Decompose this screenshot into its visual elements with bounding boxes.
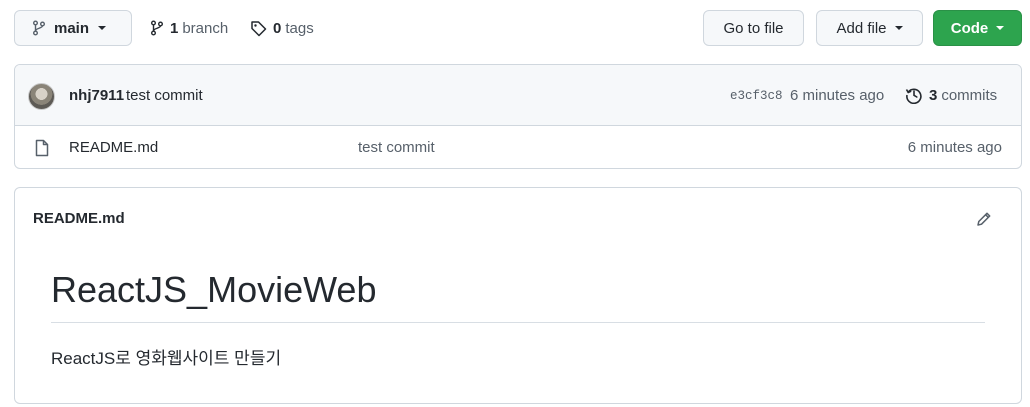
file-icon [34, 139, 50, 157]
tags-link[interactable]: 0 tags [250, 10, 314, 46]
commits-history-link[interactable]: 3 commits [905, 86, 997, 104]
file-row: README.md test commit 6 minutes ago [15, 126, 1021, 168]
commits-label: commits [941, 86, 998, 104]
chevron-down-icon [98, 26, 107, 30]
readme-panel: README.md ReactJS_MovieWeb ReactJS로 영화웹사… [14, 187, 1022, 404]
branch-name: main [54, 19, 90, 37]
tag-icon [250, 20, 267, 37]
tags-label: tags [285, 19, 314, 37]
commit-time: 6 minutes ago [790, 87, 885, 104]
code-label: Code [950, 19, 989, 37]
tags-count: 0 [273, 19, 282, 37]
readme-paragraph: ReactJS로 영화웹사이트 만들기 [51, 349, 282, 368]
commit-message[interactable]: test commit [126, 87, 203, 104]
file-name-link[interactable]: README.md [69, 139, 158, 156]
heading-divider [51, 322, 985, 323]
branch-select-button[interactable]: main [14, 10, 132, 46]
file-navigation-bar: main 1 branch 0 tags Go to file Add file… [14, 10, 1022, 46]
chevron-down-icon [894, 26, 903, 30]
file-commit-message[interactable]: test commit [358, 139, 435, 156]
readme-heading: ReactJS_MovieWeb [51, 269, 377, 310]
latest-commit-bar: nhj7911 test commit e3cf3c8 6 minutes ag… [15, 65, 1021, 126]
readme-filename[interactable]: README.md [33, 210, 125, 227]
branches-count: 1 [170, 19, 179, 37]
branches-label: branch [182, 19, 229, 37]
repository-page: main 1 branch 0 tags Go to file Add file… [0, 0, 1030, 407]
file-commit-time: 6 minutes ago [907, 139, 1002, 156]
add-file-label: Add file [836, 19, 887, 37]
code-button[interactable]: Code [933, 10, 1022, 46]
commits-count: 3 [929, 86, 938, 104]
pencil-icon[interactable] [975, 210, 993, 228]
branches-link[interactable]: 1 branch [150, 10, 228, 46]
git-branch-icon [150, 20, 164, 36]
commit-sha[interactable]: e3cf3c8 [730, 89, 783, 103]
go-to-file-button[interactable]: Go to file [703, 10, 804, 46]
add-file-button[interactable]: Add file [816, 10, 923, 46]
commit-author[interactable]: nhj7911 [69, 87, 124, 104]
avatar[interactable] [28, 83, 55, 110]
chevron-down-icon [996, 26, 1005, 30]
history-icon [905, 86, 923, 104]
file-listing: nhj7911 test commit e3cf3c8 6 minutes ag… [14, 64, 1022, 169]
git-branch-icon [32, 20, 46, 36]
